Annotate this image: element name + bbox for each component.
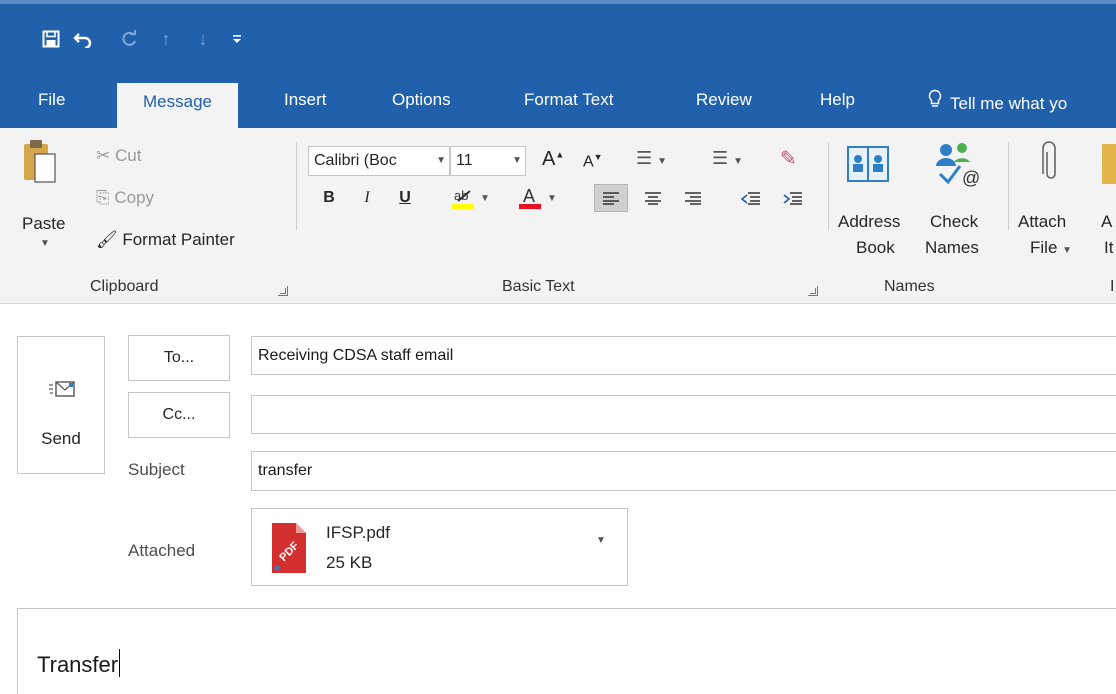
subject-label: Subject [128, 460, 185, 479]
tab-file[interactable]: File [24, 80, 79, 128]
copy-button[interactable]: ⎘ Copy [96, 188, 154, 208]
attach-item-icon[interactable] [1102, 144, 1116, 184]
pdf-icon: PDF [268, 521, 310, 579]
title-bar-edge [0, 0, 1116, 4]
tab-help[interactable]: Help [806, 80, 869, 128]
body-text: Transfer [37, 649, 121, 678]
chevron-down-icon: ▼ [512, 155, 522, 166]
bold-button[interactable]: B [318, 184, 340, 212]
lightbulb-icon [928, 84, 942, 124]
clear-formatting-icon[interactable]: ✎ [780, 146, 797, 171]
names-group-label: Names [884, 278, 935, 295]
tab-message[interactable]: Message [117, 83, 238, 128]
address-book-line2[interactable]: Book [856, 238, 895, 258]
copy-label: Copy [114, 188, 155, 207]
ribbon-tabs: File Message Insert Options Format Text … [0, 80, 1116, 128]
subject-field[interactable]: transfer [251, 451, 1116, 491]
numbering-icon[interactable]: ☰ ▼ [712, 148, 743, 169]
address-book-line1[interactable]: Address [838, 212, 900, 232]
cut-button[interactable]: ✂ Cut [96, 146, 141, 166]
address-book-icon[interactable] [846, 144, 890, 188]
align-left-icon[interactable] [594, 184, 628, 212]
paste-dropdown-icon[interactable]: ▼ [40, 238, 50, 249]
group-separator [296, 142, 297, 230]
tab-format-text[interactable]: Format Text [510, 80, 627, 128]
svg-text:@: @ [962, 168, 980, 188]
clipboard-launcher-icon[interactable] [278, 286, 288, 296]
format-painter-label: Format Painter [122, 230, 235, 249]
attach-file-line2: File [1030, 238, 1058, 257]
font-color-button[interactable]: A ▼ [512, 184, 562, 212]
font-name-value: Calibri (Boc [314, 152, 397, 169]
attach-file-line1[interactable]: Attach [1018, 212, 1066, 232]
highlight-color-button[interactable]: ab ▼ [444, 184, 496, 212]
format-painter-button[interactable]: 🖌 Format Painter [96, 230, 235, 250]
arrow-down-icon[interactable]: ↓ [190, 24, 216, 54]
scissors-icon: ✂ [96, 146, 111, 165]
text-caret [119, 649, 121, 677]
align-right-icon[interactable] [676, 184, 710, 212]
paste-icon[interactable] [23, 138, 57, 192]
attachment-card[interactable]: PDF IFSP.pdf 25 KB ▼ [251, 508, 628, 586]
save-icon[interactable] [38, 24, 64, 54]
cut-label: Cut [114, 146, 142, 165]
attach-item-line2[interactable]: It [1104, 238, 1113, 258]
customize-qat-icon[interactable] [224, 24, 250, 54]
tell-me-search[interactable]: Tell me what yo [914, 80, 1081, 128]
svg-text:A: A [523, 186, 535, 206]
send-label: Send [41, 429, 81, 448]
undo-icon[interactable] [70, 24, 96, 54]
body-text-content: Transfer [37, 652, 119, 677]
send-button[interactable]: Send [17, 336, 105, 474]
attachment-name: IFSP.pdf [326, 523, 390, 542]
align-center-icon[interactable] [636, 184, 670, 212]
svg-text:ab: ab [454, 188, 468, 203]
format-painter-icon: 🖌 [96, 230, 118, 249]
tab-review[interactable]: Review [682, 80, 766, 128]
attachment-size: 25 KB [326, 553, 373, 572]
cc-button[interactable]: Cc... [128, 392, 230, 438]
chevron-down-icon: ▼ [436, 155, 446, 166]
attach-item-line1[interactable]: A [1101, 212, 1112, 232]
paperclip-icon[interactable] [1040, 140, 1062, 190]
basic-text-launcher-icon[interactable] [808, 286, 818, 296]
tab-insert[interactable]: Insert [270, 80, 341, 128]
check-names-line2[interactable]: Names [925, 238, 979, 258]
underline-button[interactable]: U [394, 184, 416, 212]
copy-icon: ⎘ [96, 188, 110, 207]
italic-button[interactable]: I [356, 184, 378, 212]
check-names-icon[interactable]: @ [932, 140, 984, 192]
to-button[interactable]: To... [128, 335, 230, 381]
decrease-indent-icon[interactable] [734, 184, 768, 212]
group-separator [1008, 142, 1009, 230]
grow-font-icon[interactable]: A▲ [542, 148, 564, 171]
redo-icon[interactable] [116, 24, 142, 54]
font-name-select[interactable]: Calibri (Boc ▼ [308, 146, 450, 176]
to-field[interactable]: Receiving CDSA staff email [251, 336, 1116, 375]
shrink-font-icon[interactable]: A▼ [583, 152, 603, 171]
send-envelope-icon [49, 379, 75, 399]
cc-field[interactable] [251, 395, 1116, 434]
attach-file-button[interactable]: File ▼ [1030, 238, 1072, 258]
include-group-label: I [1110, 278, 1115, 295]
arrow-up-icon[interactable]: ↑ [153, 24, 179, 54]
increase-indent-icon[interactable] [776, 184, 810, 212]
bullets-icon[interactable]: ☰ ▼ [636, 148, 667, 169]
tab-options[interactable]: Options [378, 80, 465, 128]
paste-button[interactable]: Paste [22, 214, 65, 234]
message-body[interactable]: Transfer [17, 608, 1116, 694]
attached-label: Attached [128, 541, 196, 560]
chevron-down-icon[interactable]: ▼ [596, 535, 606, 546]
group-separator [828, 142, 829, 230]
tell-me-label: Tell me what yo [950, 94, 1068, 113]
font-size-value: 11 [456, 152, 473, 169]
quick-access-toolbar: ↑ ↓ [0, 0, 1116, 80]
check-names-line1[interactable]: Check [930, 212, 978, 232]
clipboard-group-label: Clipboard [90, 278, 159, 295]
font-size-select[interactable]: 11 ▼ [450, 146, 526, 176]
basic-text-group-label: Basic Text [502, 278, 575, 295]
